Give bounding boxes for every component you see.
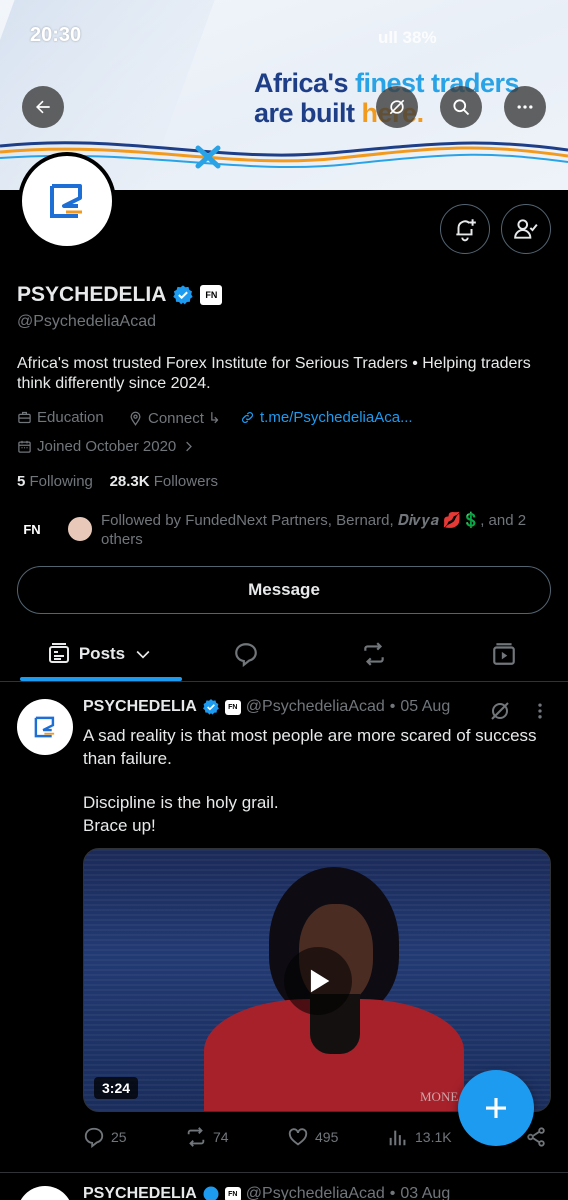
reply-button[interactable]: 25 [83,1126,127,1148]
like-button[interactable]: 495 [287,1126,338,1148]
verified-icon [203,1186,219,1200]
followed-by-text[interactable]: Followed by FundedNext Partners, Bernard… [101,511,541,549]
post-date[interactable]: 05 Aug [400,698,450,716]
profile-name: PSYCHEDELIA [17,283,167,306]
user-check-icon [514,219,538,239]
profile-location: Connect ↳ [128,409,221,427]
location-icon [130,411,141,426]
following-button[interactable] [501,204,551,254]
bell-plus-icon [456,219,476,242]
profile-tabs: Posts [0,626,568,682]
followers-link[interactable]: 28.3K Followers [110,473,218,490]
status-time: 20:30 [30,24,82,46]
back-arrow-icon [36,100,50,114]
posts-icon [48,643,69,663]
profile-link[interactable]: t.me/PsychedeliaAca... [240,409,413,426]
tab-posts[interactable]: Posts [20,626,180,682]
post-author-handle: @PsychedeliaAcad [245,698,385,715]
grok-icon[interactable] [488,699,512,723]
profile-avatar[interactable] [18,152,116,250]
calendar-icon [18,440,31,453]
post-author-avatar[interactable] [17,699,73,755]
briefcase-icon [18,411,31,424]
following-link[interactable]: 5 Following [17,473,93,490]
link-icon [242,412,253,423]
replies-icon [235,643,257,667]
post-header: PSYCHEDELIA FN @PsychedeliaAcad • 05 Aug [83,698,451,716]
grok-icon [389,99,405,115]
post-more-icon[interactable] [530,700,550,722]
more-icon [517,105,533,109]
post-author-name[interactable]: PSYCHEDELIA [83,698,197,716]
psychedelia-logo [34,716,55,738]
follower-avatar [66,515,94,543]
tab-media[interactable] [478,626,530,682]
views-button[interactable]: 13.1K [387,1126,452,1148]
post-divider [0,1172,568,1173]
views-icon [389,1130,406,1146]
follow-counts: 5 Following 28.3K Followers [17,473,218,490]
fundednext-avatar: FN [15,514,49,544]
status-signal: ull 38% [378,28,437,47]
message-button[interactable]: Message [17,566,551,614]
tab-replies[interactable] [220,626,272,682]
share-button[interactable] [525,1126,547,1148]
plus-icon [486,1098,506,1118]
next-post-avatar[interactable] [17,1186,73,1200]
profile-joined[interactable]: Joined October 2020 [17,438,196,455]
reply-icon [84,1127,104,1148]
media-icon [493,643,515,665]
search-button[interactable] [440,86,482,128]
search-icon [453,99,470,116]
chevron-right-icon [186,441,193,452]
notifications-button[interactable] [440,204,490,254]
psychedelia-logo [50,184,82,218]
more-button[interactable] [504,86,546,128]
share-icon [527,1127,545,1147]
compose-button[interactable] [458,1070,534,1146]
tab-reposts[interactable] [348,626,400,682]
back-button[interactable] [22,86,64,128]
profile-bio: Africa's most trusted Forex Institute fo… [17,355,531,392]
chevron-down-icon [136,650,150,659]
profile-handle: @PsychedeliaAcad [17,313,156,330]
verified-icon[interactable] [172,284,194,306]
affiliate-badge[interactable]: FN [200,285,223,305]
repost-icon [187,1127,205,1147]
next-post-header: PSYCHEDELIA FN @PsychedeliaAcad • 03 Aug [83,1185,450,1200]
affiliate-badge: FN [224,699,241,715]
post-text: A sad reality is that most people are mo… [83,726,537,835]
active-tab-indicator [20,677,182,681]
profile-name-row: PSYCHEDELIA FN [17,283,223,307]
play-button[interactable] [284,947,352,1015]
play-icon [310,969,330,993]
verified-icon [202,699,219,715]
repost-icon [364,642,384,666]
video-watermark: MONE [420,1089,459,1104]
grok-button[interactable] [376,86,418,128]
profile-category: Education [17,409,104,426]
repost-button[interactable]: 74 [185,1126,229,1148]
like-icon [288,1128,308,1146]
video-duration: 3:24 [94,1077,139,1099]
